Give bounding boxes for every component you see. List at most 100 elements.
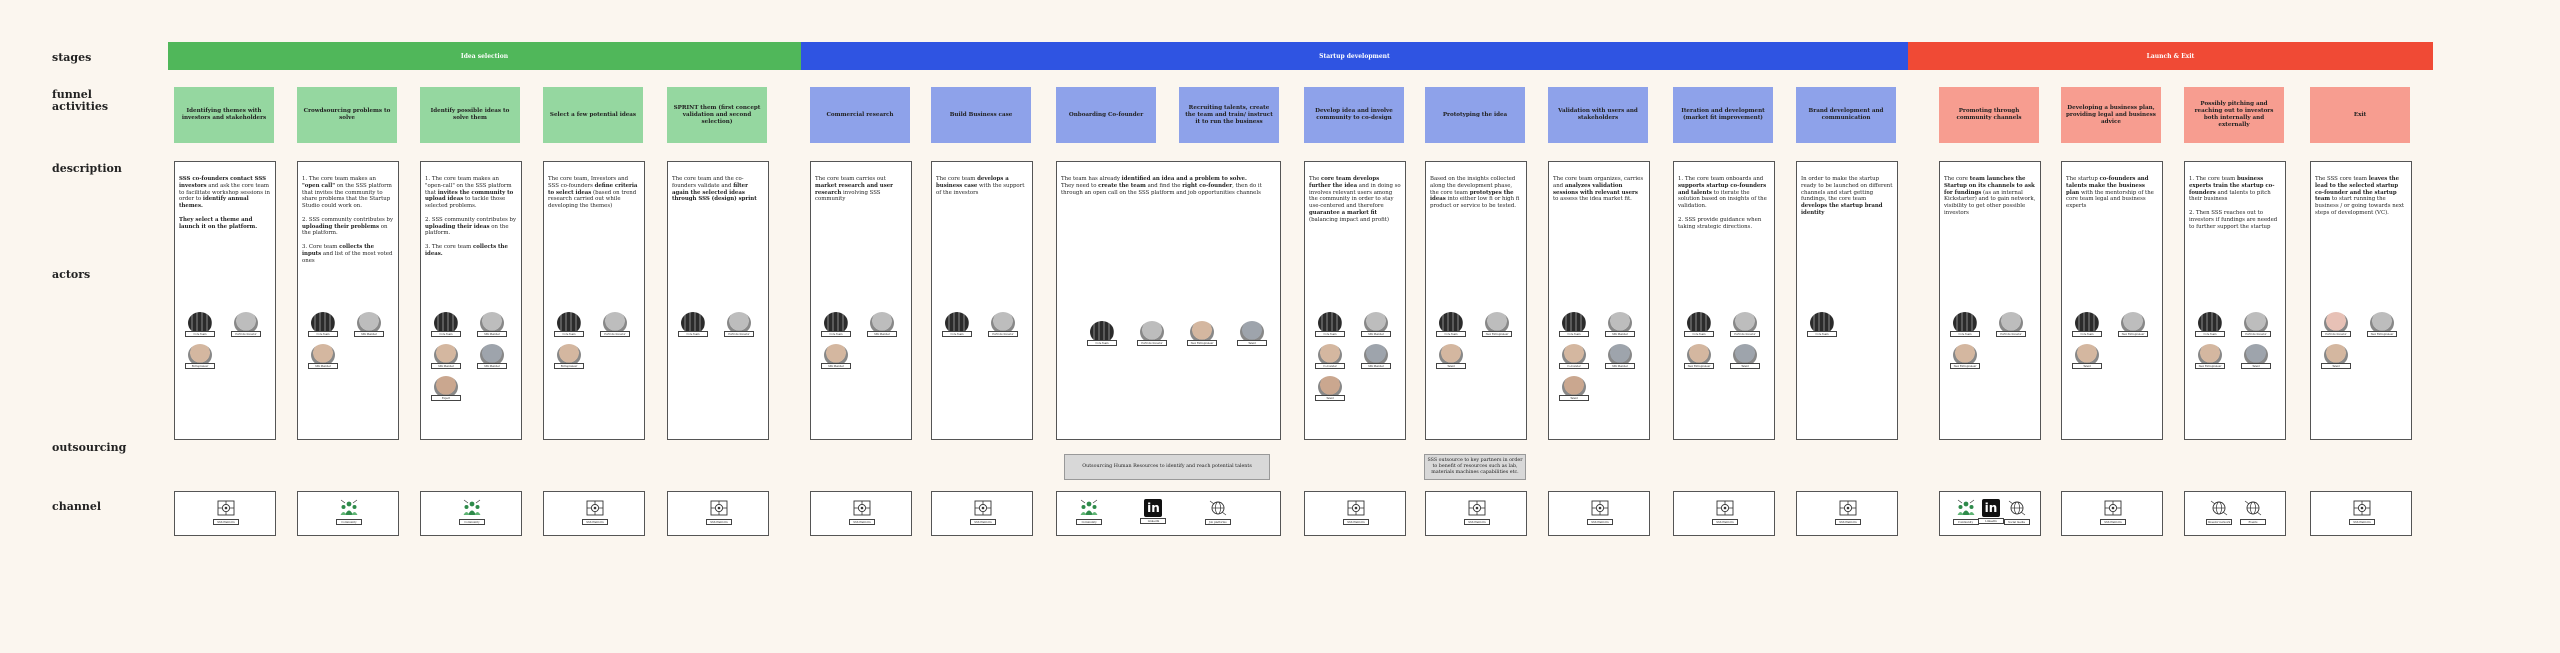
channel-label: SSS Platform bbox=[970, 519, 996, 525]
actor: Talent bbox=[1436, 344, 1466, 369]
phase-label: Idea selection bbox=[460, 52, 509, 60]
platform-icon bbox=[2352, 498, 2372, 518]
channel-web[interactable]: Investor network bbox=[2206, 498, 2232, 525]
channel-linkedin[interactable]: in LinkedIn bbox=[1140, 498, 1167, 524]
actor: Talent bbox=[2241, 344, 2271, 369]
channel-label: Community bbox=[1076, 519, 1103, 525]
actor: Core Team bbox=[431, 312, 461, 337]
description-text: 1. The core team makes an "open call" on… bbox=[302, 176, 394, 264]
platform-icon bbox=[1467, 498, 1487, 518]
stage-label: Validation with users and stakeholders bbox=[1558, 108, 1638, 121]
stage-box[interactable]: Possibly pitching and reaching out to in… bbox=[2184, 87, 2284, 143]
stage-box[interactable]: Promoting through community channels bbox=[1939, 87, 2039, 143]
channel-platform[interactable]: SSS Platform bbox=[1835, 498, 1861, 525]
channel-platform[interactable]: SSS Platform bbox=[213, 498, 239, 525]
channel-linkedin[interactable]: in LinkedIn bbox=[1978, 498, 2004, 524]
actor: Talent bbox=[1315, 376, 1345, 401]
channel-platform[interactable]: SSS Platform bbox=[1343, 498, 1369, 525]
actor: Talent bbox=[1730, 344, 1760, 369]
description-segment: with the mentorship of the core team leg… bbox=[2066, 189, 2154, 210]
stage-box[interactable]: Crowdsourcing problems to solve bbox=[297, 87, 397, 143]
stage-box[interactable]: Build Business case bbox=[931, 87, 1031, 143]
stage-box[interactable]: Select a few potential ideas bbox=[543, 87, 643, 143]
channel-label: SSS Platform bbox=[849, 519, 875, 525]
description-segment: They select a theme and launch it on the… bbox=[179, 216, 258, 230]
channel-platform[interactable]: SSS Platform bbox=[582, 498, 608, 525]
stage-label: Identify possible ideas to solve them bbox=[430, 108, 510, 121]
actor-tag: Co-founder bbox=[1559, 363, 1589, 369]
stage-box[interactable]: Onboarding Co-founder bbox=[1056, 87, 1156, 143]
description-segment: The startup bbox=[2066, 176, 2100, 182]
description-card: SSS co-founders contact SSS investors an… bbox=[174, 161, 276, 440]
actor: SSS Member bbox=[431, 344, 461, 369]
channel-label: SSS Platform bbox=[1712, 519, 1738, 525]
description-segment: develops the startup brand identity bbox=[1801, 203, 1883, 216]
actor: Core Team bbox=[554, 312, 584, 337]
stage-box[interactable]: Validation with users and stakeholders bbox=[1548, 87, 1648, 143]
actor: Talent bbox=[1559, 376, 1589, 401]
actor-tag: Portfolio Investor bbox=[724, 331, 754, 337]
actor: Portfolio Investor bbox=[1996, 312, 2026, 337]
description-text: 1. The core team makes an "open-call" on… bbox=[425, 176, 517, 258]
channel-web[interactable]: Job platforms bbox=[1204, 498, 1231, 525]
stage-box[interactable]: SPRINT them (first concept validation an… bbox=[667, 87, 767, 143]
actor-tag: SSS Member bbox=[308, 363, 338, 369]
stage-box[interactable]: Commercial research bbox=[810, 87, 910, 143]
channel-label: Community bbox=[1952, 519, 1979, 525]
description-segment: 2. SSS provide guidance when taking stra… bbox=[1678, 216, 1762, 230]
stage-box[interactable]: Iteration and development (market fit im… bbox=[1673, 87, 1773, 143]
stage-box[interactable]: Developing a business plan, providing le… bbox=[2061, 87, 2161, 143]
channel-platform[interactable]: SSS Platform bbox=[706, 498, 732, 525]
stage-box[interactable]: Prototyping the idea bbox=[1425, 87, 1525, 143]
stage-box[interactable]: Recruiting talents, create the team and … bbox=[1179, 87, 1279, 143]
actor-tag: Talent bbox=[2241, 363, 2271, 369]
stage-box[interactable]: Identify possible ideas to solve them bbox=[420, 87, 520, 143]
actor: SSS Member bbox=[867, 312, 897, 337]
stage-label: Promoting through community channels bbox=[1956, 108, 2022, 121]
channel-label: Events bbox=[2240, 519, 2266, 525]
actor-tag: Core Team bbox=[185, 331, 215, 337]
channel-label: SSS Platform bbox=[582, 519, 608, 525]
stage-box[interactable]: Identifying themes with investors and st… bbox=[174, 87, 274, 143]
actor-tag: Core Team bbox=[308, 331, 338, 337]
stage-box[interactable]: Develop idea and involve community to co… bbox=[1304, 87, 1404, 143]
actor: Core Team bbox=[2195, 312, 2225, 337]
actor-tag: Portfolio Investor bbox=[2321, 331, 2351, 337]
description-card: The core team, Investors and SSS co-foun… bbox=[543, 161, 645, 440]
actor-tag: Co-founder bbox=[1315, 363, 1345, 369]
channel-label: SSS Platform bbox=[1835, 519, 1861, 525]
channel-web[interactable]: Social media bbox=[2003, 498, 2030, 525]
description-text: The core team organizes, carries and ana… bbox=[1553, 176, 1645, 203]
channel-web[interactable]: Events bbox=[2240, 498, 2266, 525]
actor: SSS Member bbox=[1361, 312, 1391, 337]
actor: Portfolio Investor bbox=[2321, 312, 2351, 337]
stage-box[interactable]: Exit bbox=[2310, 87, 2410, 143]
stage-label: Identifying themes with investors and st… bbox=[181, 108, 267, 121]
channel-box: SSS Platform bbox=[1673, 491, 1775, 536]
channel-platform[interactable]: SSS Platform bbox=[1464, 498, 1490, 525]
stage-label: Develop idea and involve community to co… bbox=[1315, 108, 1393, 121]
web-icon bbox=[2209, 498, 2229, 518]
channel-platform[interactable]: SSS Platform bbox=[2100, 498, 2126, 525]
channel-platform[interactable]: SSS Platform bbox=[1587, 498, 1613, 525]
channel-community[interactable]: Community bbox=[1952, 498, 1979, 525]
actor-tag: SSS Member bbox=[1361, 331, 1391, 337]
channel-community[interactable]: Community bbox=[336, 498, 362, 525]
description-segment: uploading their problems bbox=[302, 223, 380, 230]
channel-box: SSS Platform bbox=[1425, 491, 1527, 536]
channel-box: SSS Platform bbox=[810, 491, 912, 536]
channel-community[interactable]: Community bbox=[459, 498, 485, 525]
platform-icon bbox=[709, 498, 729, 518]
channel-platform[interactable]: SSS Platform bbox=[849, 498, 875, 525]
actor: New Entrepreneur bbox=[2367, 312, 2397, 337]
stage-box[interactable]: Brand development and communication bbox=[1796, 87, 1896, 143]
platform-icon bbox=[2103, 498, 2123, 518]
channel-community[interactable]: Community bbox=[1076, 498, 1103, 525]
actor-tag: Core Team bbox=[821, 331, 851, 337]
channel-platform[interactable]: SSS Platform bbox=[1712, 498, 1738, 525]
platform-icon bbox=[1590, 498, 1610, 518]
channel-box: Investor network Events bbox=[2184, 491, 2286, 536]
channel-platform[interactable]: SSS Platform bbox=[2349, 498, 2375, 525]
stage-label: Recruiting talents, create the team and … bbox=[1185, 104, 1273, 125]
channel-platform[interactable]: SSS Platform bbox=[970, 498, 996, 525]
